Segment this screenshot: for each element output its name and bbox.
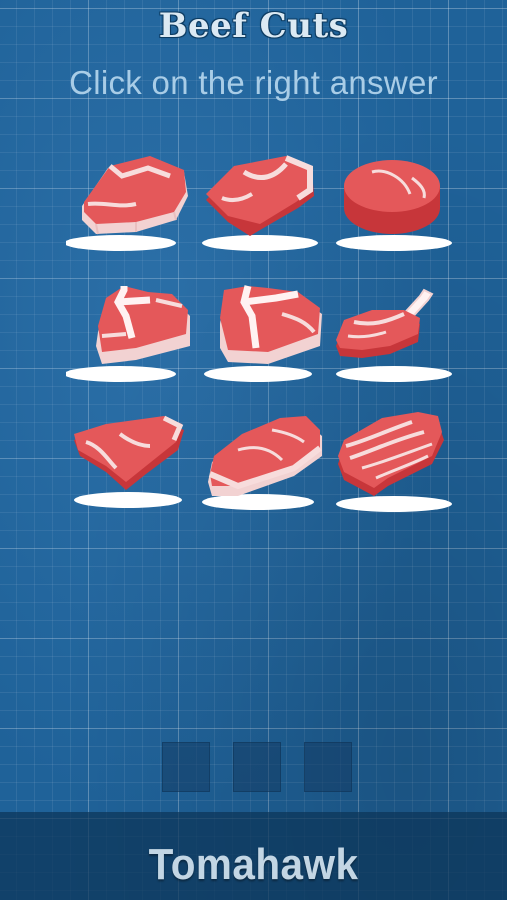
chuck-roast-icon (202, 155, 318, 251)
option-tri-tip-steak[interactable] (66, 410, 194, 528)
instruction-text: Click on the right answer (69, 64, 438, 101)
tri-tip-steak-icon (74, 415, 184, 508)
answer-slot-1 (162, 742, 210, 792)
page-title: Beef Cuts (158, 6, 349, 46)
answer-slot-2 (233, 742, 281, 792)
option-rib-steak[interactable] (66, 148, 194, 266)
option-t-bone-steak[interactable] (66, 276, 194, 394)
option-chuck-roast[interactable] (198, 148, 326, 266)
option-tomahawk-steak[interactable] (328, 276, 456, 394)
rib-steak-icon (66, 156, 188, 251)
option-round-steak[interactable] (328, 148, 456, 266)
option-sirloin-steak[interactable] (198, 410, 326, 528)
round-steak-icon (336, 160, 452, 251)
option-porterhouse-steak[interactable] (198, 276, 326, 394)
tomahawk-steak-icon (336, 288, 452, 382)
brisket-icon (336, 412, 452, 512)
answer-slot-3 (304, 742, 352, 792)
porterhouse-steak-icon (204, 285, 322, 382)
answer-grid (64, 148, 456, 520)
t-bone-steak-icon (66, 286, 190, 382)
sirloin-steak-icon (202, 416, 322, 510)
option-brisket[interactable] (328, 410, 456, 528)
answer-slots (162, 742, 352, 792)
prompt-word: Tomahawk (148, 840, 359, 889)
